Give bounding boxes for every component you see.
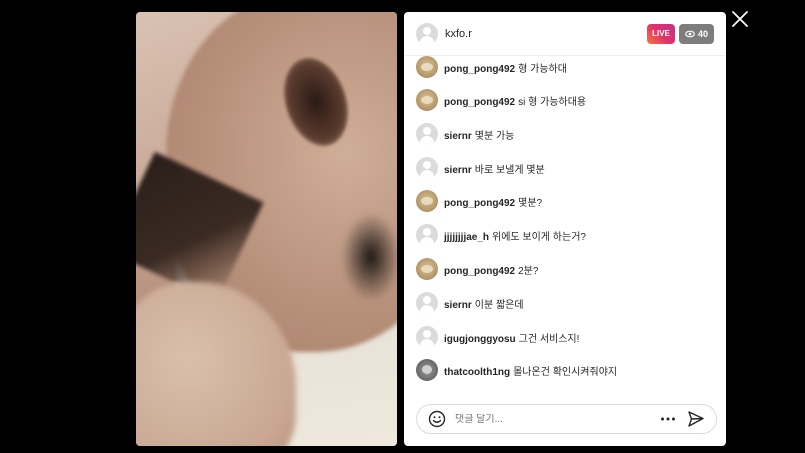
comment-input[interactable]: [455, 413, 658, 425]
live-side-panel: kxfo.r LIVE 40 pong_pong492 형 가능하대 pong_p…: [404, 12, 726, 446]
comment-text: 위에도 보이게 하는거?: [492, 231, 586, 243]
viewer-count-badge: 40: [679, 24, 714, 44]
comment-text: 바로 보낼게 몇분: [474, 164, 545, 176]
comment-username[interactable]: pong_pong492: [444, 97, 515, 108]
more-icon: [661, 417, 675, 421]
host-username[interactable]: kxfo.r: [445, 28, 472, 40]
comment-item: thatcoolth1ng 몰나온건 확인시켜줘야지: [416, 359, 617, 381]
comment-username[interactable]: igugjonggyosu: [444, 334, 516, 345]
comment-avatar[interactable]: [416, 89, 438, 111]
host-avatar[interactable]: [416, 22, 438, 45]
comment-text: 몇분?: [518, 197, 543, 209]
comment-username[interactable]: pong_pong492: [444, 64, 515, 75]
comment-text: si 형 가능하대용: [518, 96, 587, 108]
comment-avatar[interactable]: [416, 190, 438, 212]
comment-item: pong_pong492 몇분?: [416, 190, 542, 212]
comment-item: pong_pong492 형 가능하대: [416, 56, 567, 78]
comment-username[interactable]: siernr: [444, 300, 472, 311]
comment-username[interactable]: siernr: [444, 165, 472, 176]
comment-username[interactable]: siernr: [444, 131, 472, 142]
comment-item: pong_pong492 2분?: [416, 258, 538, 280]
close-icon[interactable]: [731, 10, 749, 28]
comment-item: siernr 몇분 가능: [416, 123, 514, 145]
comment-text: 그건 서비스지!: [518, 333, 580, 345]
comment-username[interactable]: thatcoolth1ng: [444, 367, 510, 378]
comment-input-bar: [416, 404, 717, 434]
comment-item: igugjonggyosu 그건 서비스지!: [416, 326, 579, 348]
send-icon: [688, 411, 704, 427]
comment-text: 형 가능하대: [518, 63, 567, 75]
live-badge: LIVE: [647, 24, 675, 44]
eye-icon: [685, 30, 695, 38]
comment-username[interactable]: pong_pong492: [444, 198, 515, 209]
live-header: kxfo.r LIVE 40: [404, 12, 726, 56]
comment-item: jjjjjjjjae_h 위에도 보이게 하는거?: [416, 224, 586, 246]
viewer-count: 40: [697, 29, 708, 39]
comment-username[interactable]: pong_pong492: [444, 266, 515, 277]
comment-avatar[interactable]: [416, 359, 438, 381]
comment-text: 2분?: [518, 265, 539, 277]
comment-item: pong_pong492 si 형 가능하대용: [416, 89, 586, 111]
comment-item: siernr 이분 짧은데: [416, 292, 524, 314]
comment-list[interactable]: pong_pong492 형 가능하대 pong_pong492 si 형 가능하대…: [404, 56, 726, 402]
comment-avatar[interactable]: [416, 326, 438, 348]
comment-text: 이분 짧은데: [474, 299, 524, 311]
live-video[interactable]: [136, 12, 397, 446]
comment-avatar[interactable]: [416, 157, 438, 179]
comment-avatar[interactable]: [416, 123, 438, 145]
comment-username[interactable]: jjjjjjjjae_h: [444, 232, 489, 243]
comment-avatar[interactable]: [416, 292, 438, 314]
comment-avatar[interactable]: [416, 56, 438, 78]
video-shadow: [341, 212, 397, 302]
comment-avatar[interactable]: [416, 258, 438, 280]
comment-item: siernr 바로 보낼게 몇분: [416, 157, 545, 179]
emoji-button[interactable]: [427, 409, 447, 429]
comment-text: 몇분 가능: [474, 130, 515, 142]
more-options-button[interactable]: [658, 409, 678, 429]
emoji-icon: [428, 410, 446, 428]
comment-text: 몰나온건 확인시켜줘야지: [513, 366, 618, 378]
send-button[interactable]: [686, 409, 706, 429]
comment-avatar[interactable]: [416, 224, 438, 246]
